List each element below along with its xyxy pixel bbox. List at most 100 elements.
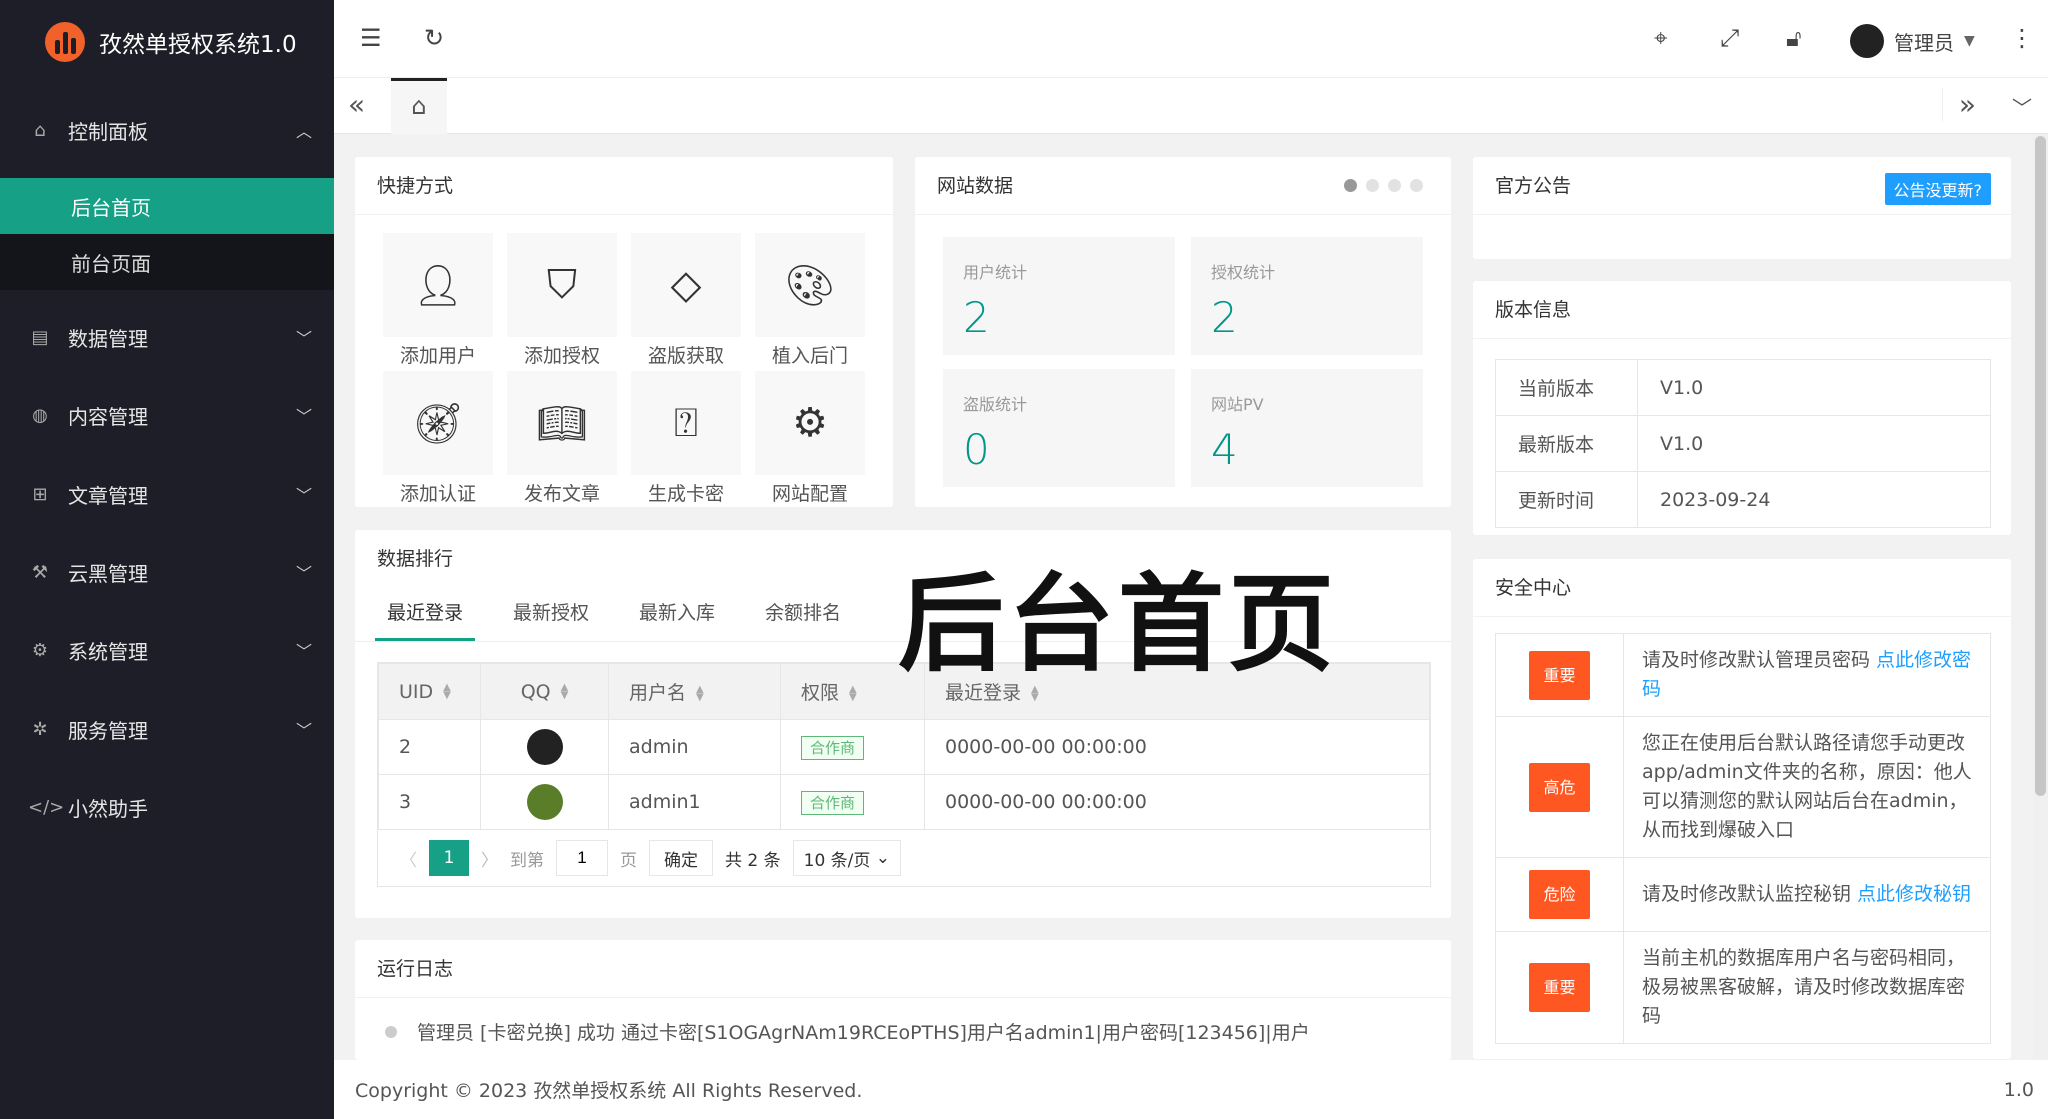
log-entry: 管理员 [卡密兑换] 成功 通过卡密[S1OGAgrNAm19RCEoPTHS]… — [355, 998, 1451, 1045]
sidebar-item-backend-home[interactable]: 后台首页 — [0, 178, 334, 234]
page-size-select[interactable]: 10 条/页 ⌄ — [792, 840, 902, 876]
app-logo[interactable]: 孜然单授权系统1.0 — [45, 22, 297, 62]
security-card: 安全中心 重要 请及时修改默认管理员密码 点此修改密码 高危 您正在使用后台默认路径… — [1473, 559, 2011, 1059]
quick-item[interactable]: ⍰ 生成卡密 — [631, 371, 741, 509]
goto-label: 到第 — [510, 850, 544, 871]
role-tag: 合作商 — [801, 736, 865, 760]
role-tag: 合作商 — [801, 791, 865, 815]
quick-item[interactable]: ◇ 盗版获取 — [631, 233, 741, 371]
sidebar-item-label: 内容管理 — [68, 404, 148, 429]
chevron-down-icon: ﹀ — [295, 564, 312, 583]
hammer-icon: ⚒ — [31, 561, 49, 583]
quick-access-card: 快捷方式 👤︎ 添加用户 ⛉ 添加授权 ◇ 盗版获取 🎨︎ 植入后门 🧭︎ 添加认证 📖︎ 发布文章 ⍰… — [355, 157, 893, 507]
next-page-icon[interactable]: 〉 — [481, 840, 498, 876]
sidebar-item-article[interactable]: ⊞ 文章管理 ﹀ — [0, 455, 334, 533]
quick-item-label: 网站配置 — [771, 483, 848, 505]
sidebar-item-cloud-black[interactable]: ⚒ 云黑管理 ﹀ — [0, 533, 334, 611]
sort-icon: ▲ ▼ — [849, 683, 857, 703]
chevron-down-icon: ﹀ — [295, 642, 312, 661]
page-1-button[interactable]: 1 — [429, 840, 469, 876]
qq-avatar — [526, 729, 563, 765]
confirm-button[interactable]: 确定 — [649, 840, 713, 876]
severity-badge: 重要 — [1529, 650, 1590, 700]
quick-item[interactable]: 🎨︎ 植入后门 — [755, 233, 865, 371]
diamond-icon: ◇ — [670, 262, 702, 308]
sidebar-item-assistant[interactable]: </> 小然助手 — [0, 768, 334, 846]
fullscreen-icon[interactable]: ⤢ — [1720, 24, 1739, 52]
indicator-dot[interactable] — [1344, 179, 1357, 192]
col-uid[interactable]: UID ▲ ▼ — [378, 663, 481, 720]
goto-page-input[interactable] — [556, 840, 608, 876]
scrollbar-thumb[interactable] — [2035, 136, 2046, 796]
stat-users: 用户统计 2 — [943, 237, 1175, 355]
security-row: 重要 请及时修改默认管理员密码 点此修改密码 — [1495, 633, 1991, 717]
quick-item-label: 植入后门 — [771, 345, 848, 367]
quick-item-label: 添加授权 — [523, 345, 600, 367]
sort-icon: ▲ ▼ — [560, 682, 569, 701]
sidebar-item-label: 数据管理 — [68, 326, 148, 351]
quick-item[interactable]: ⚙ 网站配置 — [755, 371, 865, 509]
home-icon: ⌂ — [411, 92, 427, 120]
lock-icon[interactable]: 🔓︎ — [1786, 24, 1802, 52]
chevron-down-icon: ﹀ — [295, 407, 312, 426]
palette-icon: 🎨︎ — [784, 262, 836, 309]
tab-recent-login[interactable]: 最近登录 — [375, 588, 476, 641]
more-vertical-icon[interactable]: ⋮ — [2010, 24, 2034, 52]
security-row: 重要 当前主机的数据库用户名与密码相同，极易被黑客破解，请及时修改数据库密码 — [1495, 931, 1991, 1044]
indicator-dot[interactable] — [1410, 179, 1423, 192]
quick-item-label: 生成卡密 — [647, 483, 724, 505]
carousel-indicators[interactable] — [1344, 179, 1423, 192]
sidebar-item-label: 文章管理 — [68, 483, 148, 508]
notice-update-button[interactable]: 公告没更新? — [1884, 173, 1991, 205]
sidebar-item-label: 服务管理 — [68, 718, 148, 743]
tab-new-auth[interactable]: 最新授权 — [475, 588, 619, 641]
footer: Copyright © 2023 孜然单授权系统 All Rights Rese… — [334, 1060, 2048, 1119]
quick-item[interactable]: 👤︎ 添加用户 — [383, 233, 493, 371]
overlay-title: 后台首页 — [898, 563, 1338, 686]
sidebar-item-service[interactable]: ✲ 服务管理 ﹀ — [0, 690, 334, 768]
quick-item-label: 添加用户 — [399, 345, 476, 367]
pagination: 〈 1 〉 到第 页 确定 共 2 条 10 条/页 ⌄ — [378, 830, 1430, 886]
tab-new-stock[interactable]: 最新入库 — [619, 588, 745, 641]
card-title: 运行日志 — [355, 940, 1451, 998]
col-username[interactable]: 用户名 ▲ ▼ — [608, 663, 781, 720]
scroll-left-icon[interactable]: « — [348, 88, 365, 121]
sidebar-group-label: 控制面板 — [68, 119, 148, 144]
sort-icon: ▲ ▼ — [443, 682, 451, 701]
sidebar-item-label: 小然助手 — [68, 796, 148, 821]
sidebar-group-dashboard[interactable]: ⌂ 控制面板 ︿ — [0, 91, 334, 169]
sort-icon: ▲ ▼ — [696, 683, 704, 703]
quick-item-label: 发布文章 — [523, 483, 600, 505]
compass-icon: 🧭︎ — [412, 400, 464, 447]
sidebar-item-content[interactable]: ◍ 内容管理 ﹀ — [0, 376, 334, 454]
user-icon: 👤︎ — [412, 262, 464, 309]
col-qq[interactable]: QQ ▲ ▼ — [480, 663, 609, 720]
indicator-dot[interactable] — [1366, 179, 1379, 192]
sidebar-item-frontend-page[interactable]: 前台页面 — [0, 234, 334, 290]
prev-page-icon[interactable]: 〈 — [400, 840, 417, 876]
collapse-menu-icon[interactable]: ☰ — [360, 24, 382, 52]
scroll-right-icon[interactable]: » — [1941, 88, 1976, 121]
scrollbar[interactable] — [2033, 134, 2048, 1060]
total-count: 共 2 条 — [725, 850, 781, 871]
book-open-icon: 📖︎ — [536, 400, 588, 447]
sidebar-item-data[interactable]: ▤ 数据管理 ﹀ — [0, 298, 334, 376]
chevron-down-icon: ﹀ — [295, 721, 312, 740]
avatar — [1850, 24, 1884, 58]
tab-home[interactable]: ⌂ — [391, 78, 447, 134]
quick-item[interactable]: 📖︎ 发布文章 — [507, 371, 617, 509]
sidebar-item-system[interactable]: ⚙ 系统管理 ﹀ — [0, 611, 334, 689]
security-row: 高危 您正在使用后台默认路径请您手动更改app/admin文件夹的名称，原因：他人… — [1495, 716, 1991, 858]
user-menu[interactable]: 管理员 ▼ — [1850, 24, 1975, 58]
quick-item[interactable]: 🧭︎ 添加认证 — [383, 371, 493, 509]
copyright: Copyright © 2023 孜然单授权系统 All Rights Rese… — [355, 1080, 863, 1102]
tab-dropdown-icon[interactable]: ﹀ — [2012, 92, 2032, 121]
indicator-dot[interactable] — [1388, 179, 1401, 192]
tag-icon[interactable]: ⌖ — [1654, 24, 1668, 52]
change-secret-link[interactable]: 点此修改秘钥 — [1857, 883, 1971, 905]
refresh-icon[interactable]: ↻ — [424, 24, 444, 52]
tab-balance-rank[interactable]: 余额排名 — [745, 588, 861, 641]
user-name: 管理员 — [1894, 30, 1954, 55]
quick-item[interactable]: ⛉ 添加授权 — [507, 233, 617, 371]
chevron-down-icon: ﹀ — [295, 329, 312, 348]
